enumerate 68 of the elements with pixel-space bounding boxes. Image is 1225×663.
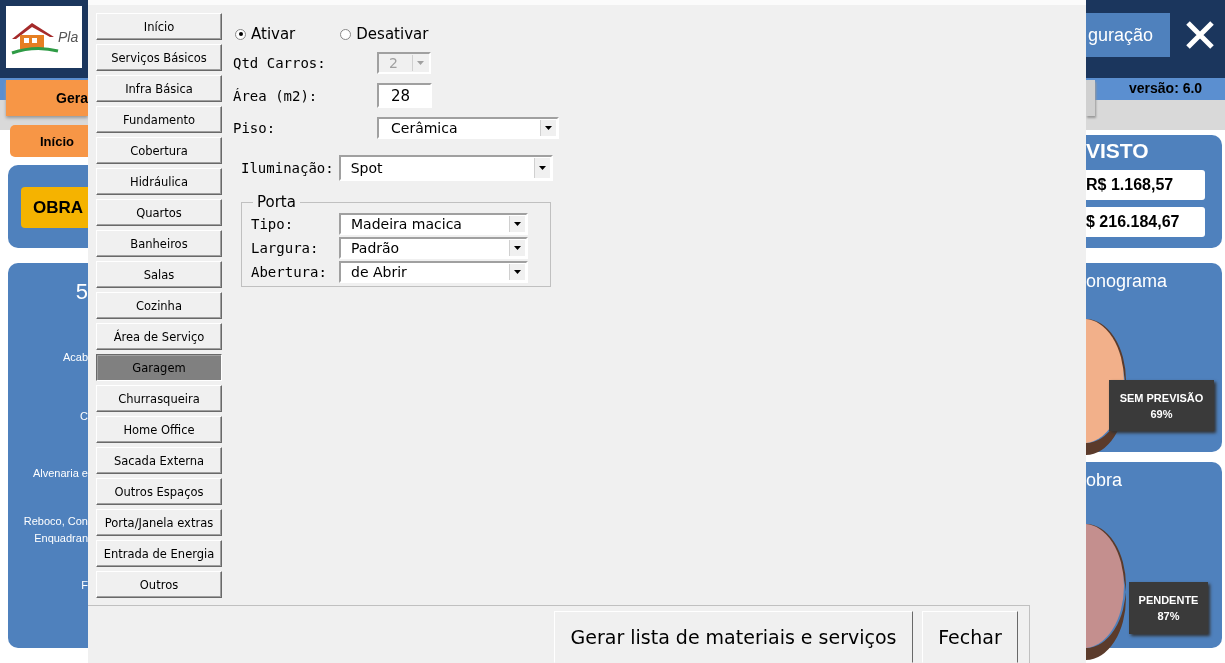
data-label: SEM PREVISÃO — [1119, 391, 1204, 404]
logo-text: Pla — [58, 29, 79, 45]
chart-title: onograma — [1086, 270, 1169, 292]
section-button[interactable]: Quartos — [96, 199, 222, 226]
field-label: Tipo: — [251, 216, 295, 232]
field-label: Qtd Carros: — [233, 55, 327, 71]
input-field[interactable]: 28 — [377, 83, 432, 108]
obra-button[interactable]: OBRA — [21, 187, 88, 228]
section-button[interactable]: Sacada Externa — [96, 447, 222, 474]
radio-label: Ativar — [251, 25, 296, 43]
section-button[interactable]: Banheiros — [96, 230, 222, 257]
section-button[interactable]: Entrada de Energia — [96, 540, 222, 567]
section-button[interactable]: Serviços Básicos — [96, 44, 222, 71]
data-value: 69% — [1150, 407, 1173, 420]
field-label: Área (m2): — [233, 87, 319, 104]
section-button[interactable]: Outros Espaços — [96, 478, 222, 505]
dropdown-field[interactable]: Cerâmica — [377, 117, 559, 139]
stage-label: Reboco, Con — [22, 515, 88, 527]
radio-label: Desativar — [356, 25, 429, 43]
dropdown-field[interactable]: de Abrir — [339, 261, 528, 283]
field-label: Piso: — [233, 120, 277, 136]
caret-icon — [509, 264, 525, 280]
caret-icon — [509, 216, 525, 232]
home-button[interactable]: Início — [10, 125, 88, 157]
caret-icon — [533, 158, 550, 178]
dropdown-field[interactable]: Spot — [338, 155, 553, 181]
close-icon — [1185, 20, 1215, 50]
panel-title: VISTO — [1086, 139, 1150, 163]
menu-tab[interactable]: Gera — [6, 80, 88, 116]
panel-title: 5 — [74, 279, 88, 305]
stage-label: Acab — [61, 351, 88, 363]
data-value: 87% — [1157, 610, 1180, 622]
value-box: $ 216.184,67 — [1086, 207, 1205, 237]
generate-button[interactable]: Gerar lista de materiais e serviços — [554, 611, 913, 663]
field-label: Largura: — [251, 240, 320, 256]
section-button[interactable]: Home Office — [96, 416, 222, 443]
stage-label: F — [80, 579, 88, 591]
dropdown-field[interactable]: Padrão — [339, 237, 528, 259]
field-label: Iluminação: — [241, 160, 334, 176]
field-label: Abertura: — [251, 264, 328, 280]
stage-label: Alvenaria e — [31, 467, 88, 479]
radio-button[interactable] — [340, 28, 352, 40]
section-button[interactable]: Cobertura — [96, 137, 222, 164]
section-button[interactable]: Churrasqueira — [96, 385, 222, 412]
version-label: versão: 6.0 — [1129, 80, 1203, 96]
section-button[interactable]: Garagem — [96, 354, 222, 381]
group-title: Porta — [256, 193, 297, 211]
settings-button[interactable]: guração — [1086, 13, 1170, 57]
tab-edge — [1086, 80, 1095, 116]
data-label: PENDENTE — [1138, 594, 1199, 606]
close-button[interactable]: Fechar — [922, 611, 1018, 663]
section-button[interactable]: Hidráulica — [96, 168, 222, 195]
radio-button[interactable] — [235, 28, 246, 40]
stage-label: Enquadran — [33, 532, 88, 544]
value-box: R$ 1.168,57 — [1086, 170, 1205, 200]
section-button[interactable]: Início — [96, 13, 222, 40]
stage-label: C — [79, 410, 88, 422]
section-button[interactable]: Salas — [96, 261, 222, 288]
section-button[interactable]: Fundamento — [96, 106, 222, 133]
chart-title: obra — [1086, 469, 1124, 491]
section-button[interactable]: Outros — [96, 571, 222, 598]
section-button[interactable]: Cozinha — [96, 292, 222, 319]
section-button[interactable]: Porta/Janela extras — [96, 509, 222, 536]
section-button[interactable]: Infra Básica — [96, 75, 222, 102]
section-button[interactable]: Área de Serviço — [96, 323, 222, 350]
caret-icon — [540, 120, 556, 136]
caret-icon — [509, 240, 525, 256]
dropdown-field[interactable]: Madeira macica — [339, 213, 528, 235]
